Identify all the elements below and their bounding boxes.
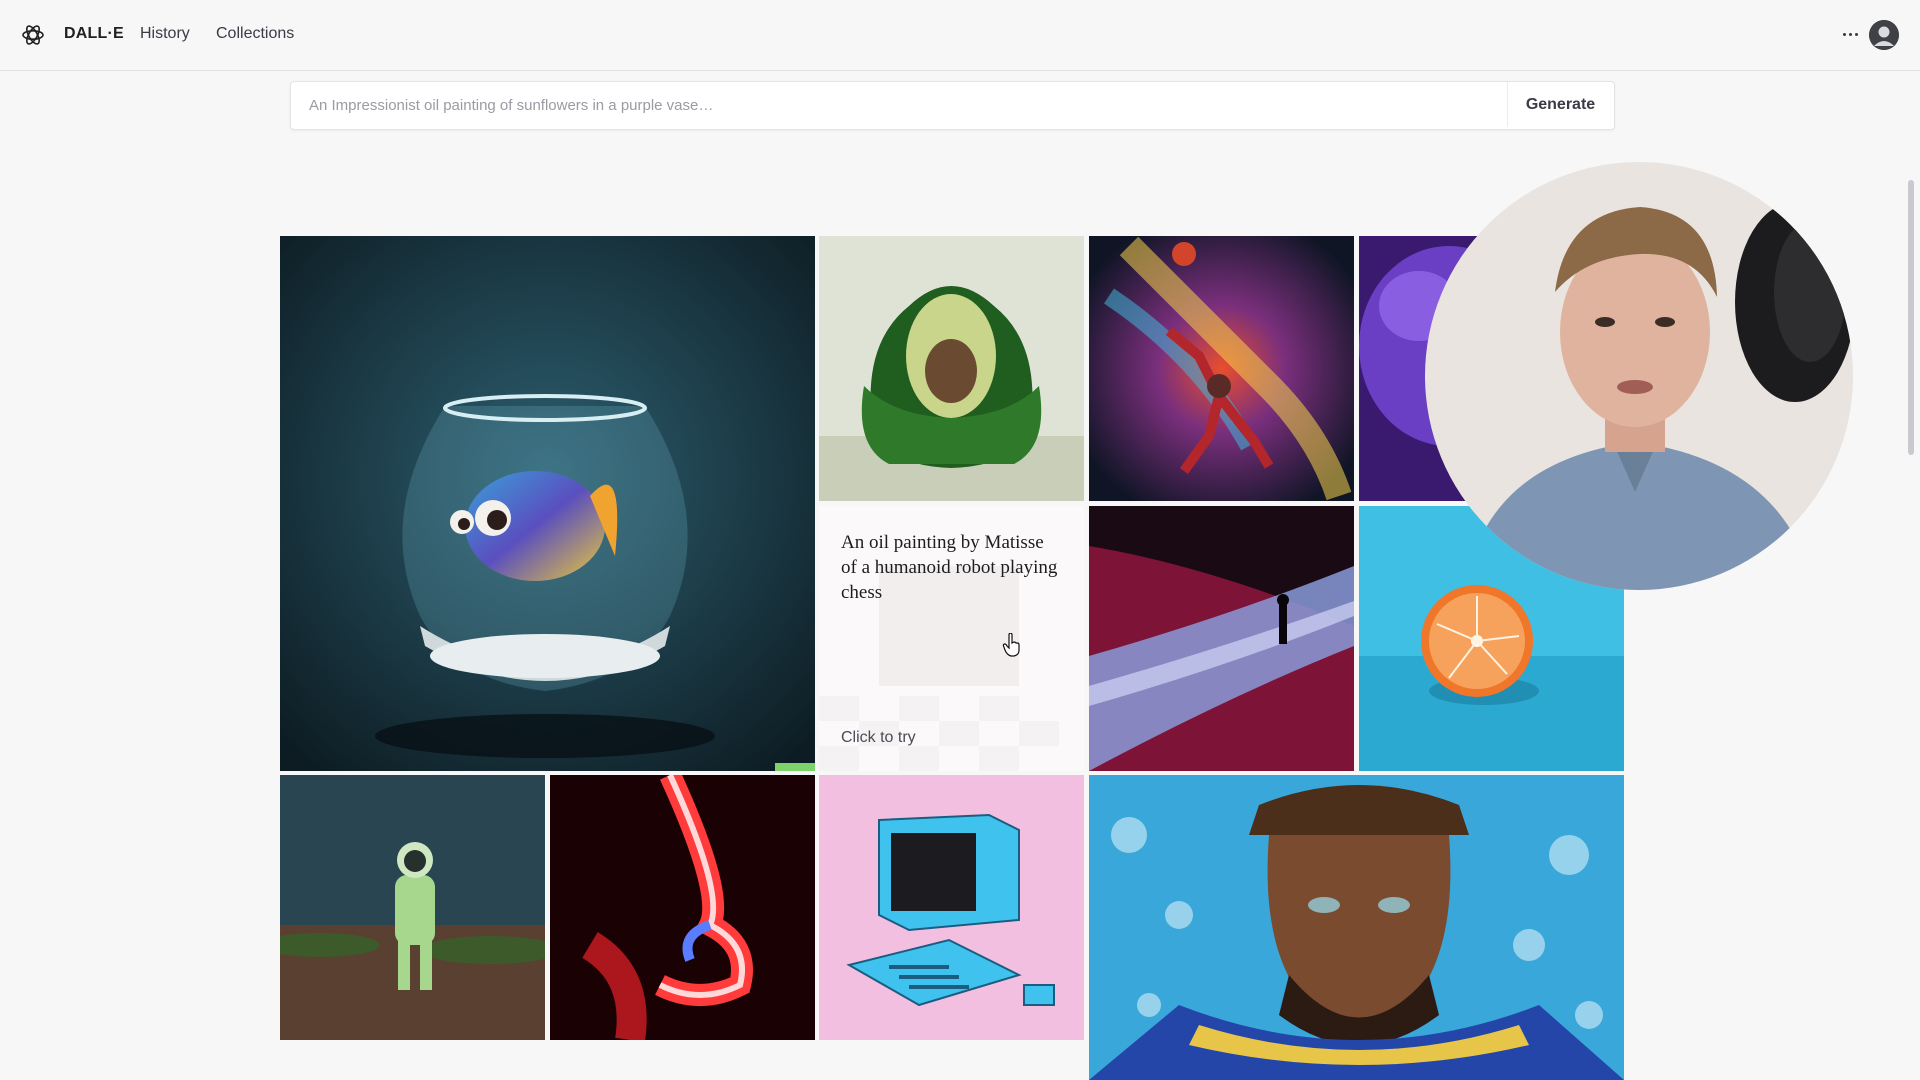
webcam-overlay (1425, 162, 1853, 590)
hand-pointer-cursor-icon (1002, 632, 1022, 657)
nav-history-link[interactable]: History (140, 25, 190, 43)
more-horizontal-icon[interactable] (1836, 20, 1864, 48)
page-scrollbar[interactable] (1906, 72, 1916, 1080)
fish-in-bowl-image[interactable] (280, 236, 815, 771)
click-to-try-label: Click to try (841, 729, 916, 746)
figure-in-neon-canyon-image[interactable] (1089, 506, 1354, 771)
prompt-example-text: An oil painting by Matisse of a humanoid… (841, 532, 1058, 603)
top-navigation-bar: DALL·E History Collections (0, 0, 1920, 71)
cosmic-basketball-player-image[interactable] (1089, 236, 1354, 501)
avocado-armchair-image[interactable] (819, 236, 1084, 501)
generate-button[interactable]: Generate (1508, 82, 1613, 127)
astronaut-in-desert-image[interactable] (280, 775, 545, 1040)
nav-collections-link[interactable]: Collections (216, 25, 294, 43)
prompt-input[interactable] (307, 82, 1511, 129)
user-avatar-icon[interactable] (1869, 20, 1899, 50)
openai-logo-icon[interactable] (20, 22, 46, 48)
retro-computer-image[interactable] (819, 775, 1084, 1040)
brand-title[interactable]: DALL·E (64, 25, 124, 43)
neon-face-image[interactable] (550, 775, 815, 1040)
prompt-bar: Generate (290, 81, 1615, 130)
scrollbar-thumb[interactable] (1908, 180, 1914, 455)
prompt-example-card[interactable]: An oil painting by Matisse of a humanoid… (819, 506, 1084, 771)
football-player-portrait-image[interactable] (1089, 775, 1624, 1080)
